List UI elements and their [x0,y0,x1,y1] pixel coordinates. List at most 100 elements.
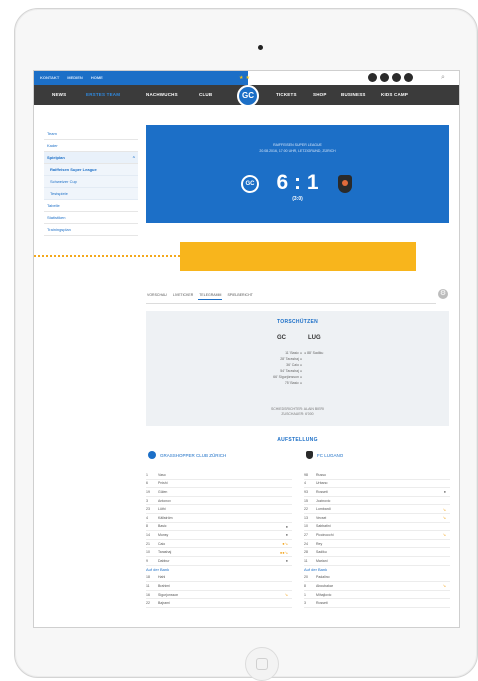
nav-business[interactable]: BUSINESS [341,92,366,97]
sidebar-subitem-testspiele[interactable]: Testspiele [44,188,138,200]
nav-nachwuchs[interactable]: NACHWUCHS [146,92,178,97]
gear-icon[interactable]: ⚙ [438,289,448,299]
event-icon: ● [285,523,288,529]
nav-erstes-team[interactable]: ERSTES TEAM [86,92,120,97]
player-number: 28 [304,550,308,555]
lineup-row: 1 Vaso [146,471,292,480]
player-number: 24 [304,541,308,546]
player-name: Vecsei [316,515,327,520]
sidebar-item-trainingsplan[interactable]: Trainingsplan [44,224,138,236]
lineup-row: 13 Vecsei ↘ [304,514,450,523]
lineup-row: 18 Hahl [146,574,292,583]
sidebar-item-statistiken[interactable]: Statistiken [44,212,138,224]
youtube-icon[interactable] [404,73,413,82]
top-link-medien[interactable]: MEDIEN [67,75,83,80]
player-name: Mihajlovic [316,592,332,597]
player-number: 93 [304,489,308,494]
nav-shop[interactable]: SHOP [313,92,327,97]
player-number: 16 [146,592,150,597]
sidebar-item-team[interactable]: Team [44,128,138,140]
top-link-kontakt[interactable]: KONTAKT [40,75,59,80]
scorer: 75' Basic [252,380,302,386]
lineup-row: 8 Basic ● [146,523,292,532]
player-name: Lombardi [316,507,331,512]
player-number: 13 [304,515,308,520]
lineup-row: 21 Caio ●↘ [146,540,292,549]
top-links: KONTAKT MEDIEN HOME [40,75,103,80]
player-name: Urbano [316,481,328,486]
player-name: Jozinovic [316,498,331,503]
player-number: 19 [146,489,150,494]
away-team-name: FC LUGANO [317,452,344,458]
away-team-header: FC LUGANO [306,451,343,459]
tab-spielbericht[interactable]: SPIELBERICHT [226,291,253,300]
player-number: 21 [146,541,150,546]
player-name: Padalino [316,575,330,580]
event-icon: ● [285,532,288,538]
goals-panel: TORSCHÜTZEN GC LUG 11' Basic 28' Tarasha… [146,311,449,426]
club-logo[interactable]: GC [237,85,259,107]
lineup-row: 19 Gülen [146,488,292,497]
away-team-crest-icon [306,451,313,459]
home-team-header: GRASSHOPPER CLUB ZÜRICH [148,451,226,459]
away-scorers: 88' Sadiku [304,350,354,356]
nav-tickets[interactable]: TICKETS [276,92,297,97]
match-meta: 20.08.2016, 17:00 UHR, LETZIGRUND, ZÜRIC… [259,149,336,153]
home-button[interactable] [245,647,279,681]
nav-kids-camp[interactable]: KIDS CAMP [381,92,408,97]
lineup-row: 27 Piccinocchi ↘ [304,531,450,540]
player-name: Munsy [158,532,169,537]
tab-telegramm[interactable]: TELEGRAMM [198,291,223,300]
player-name: Rosseti [316,489,328,494]
sidebar-item-kader[interactable]: Kader [44,140,138,152]
instagram-icon[interactable] [392,73,401,82]
event-icon: ↘ [442,506,446,512]
player-name: Aboubakar [316,583,333,588]
match-officials: SCHIEDSRICHTER: ALAIN BIERI ZUSCHAUER: 6… [146,407,449,417]
logo-stars: ★★ [239,75,252,81]
search-icon[interactable]: ⌕ [441,74,445,82]
sidebar-item-label: Spielplan [47,155,65,160]
lineup-row: 3 Antonov [146,497,292,506]
lineup-row: 8 Aboubakar ↘ [304,582,450,591]
player-name: Piccinocchi [316,532,334,537]
player-name: Mariani [316,558,328,563]
player-name: Antonov [158,498,171,503]
sidebar-item-spielplan[interactable]: Spielplan ^ [44,152,138,164]
player-number: 23 [146,507,150,512]
tab-liveticker[interactable]: LIVETICKER [172,291,194,300]
player-name: Gülen [158,489,168,494]
halftime-score: (3:0) [292,196,303,202]
sidebar-subitem-cup[interactable]: Schweizer Cup [44,176,138,188]
match-header: RAIFFEISEN SUPER LEAGUE 20.08.2016, 17:0… [146,125,449,223]
event-icon: ● [443,489,446,495]
tab-vorschau[interactable]: VORSCHAU [146,291,168,300]
player-name: Rey [316,541,323,546]
player-number: 6 [146,481,148,486]
event-icon: ●●↘ [279,549,288,555]
player-name: Källström [158,515,173,520]
twitter-icon[interactable] [380,73,389,82]
player-number: 1 [304,592,306,597]
lineup-row: 24 Rey [304,540,450,549]
match-tabs: VORSCHAU LIVETICKER TELEGRAMM SPIELBERIC… [146,291,254,300]
sidebar-subitem-super-league[interactable]: Raiffeisen Super League [44,164,138,176]
sidebar-item-tabelle[interactable]: Tabelle [44,200,138,212]
player-name: Sigurjonsson [158,592,179,597]
tablet-screen: KONTAKT MEDIEN HOME ⌕ NEWS ERSTES TEAM N… [33,70,460,628]
player-name: Dabbur [158,558,170,563]
lineup-row: 28 Sadiku [304,548,450,557]
top-link-home[interactable]: HOME [91,75,103,80]
lineup-row: 20 Padalino [304,574,450,583]
tab-divider [146,303,436,304]
social-links [368,73,413,82]
player-number: 3 [304,601,306,606]
lineup-title: AUFSTELLUNG [277,437,318,443]
player-number: 1 [146,472,148,477]
player-number: 4 [146,515,148,520]
lineup-row: 15 Jozinovic [304,497,450,506]
lineup-row: 22 Lombardi ↘ [304,505,450,514]
facebook-icon[interactable] [368,73,377,82]
nav-news[interactable]: NEWS [52,92,66,97]
nav-club[interactable]: CLUB [199,92,212,97]
